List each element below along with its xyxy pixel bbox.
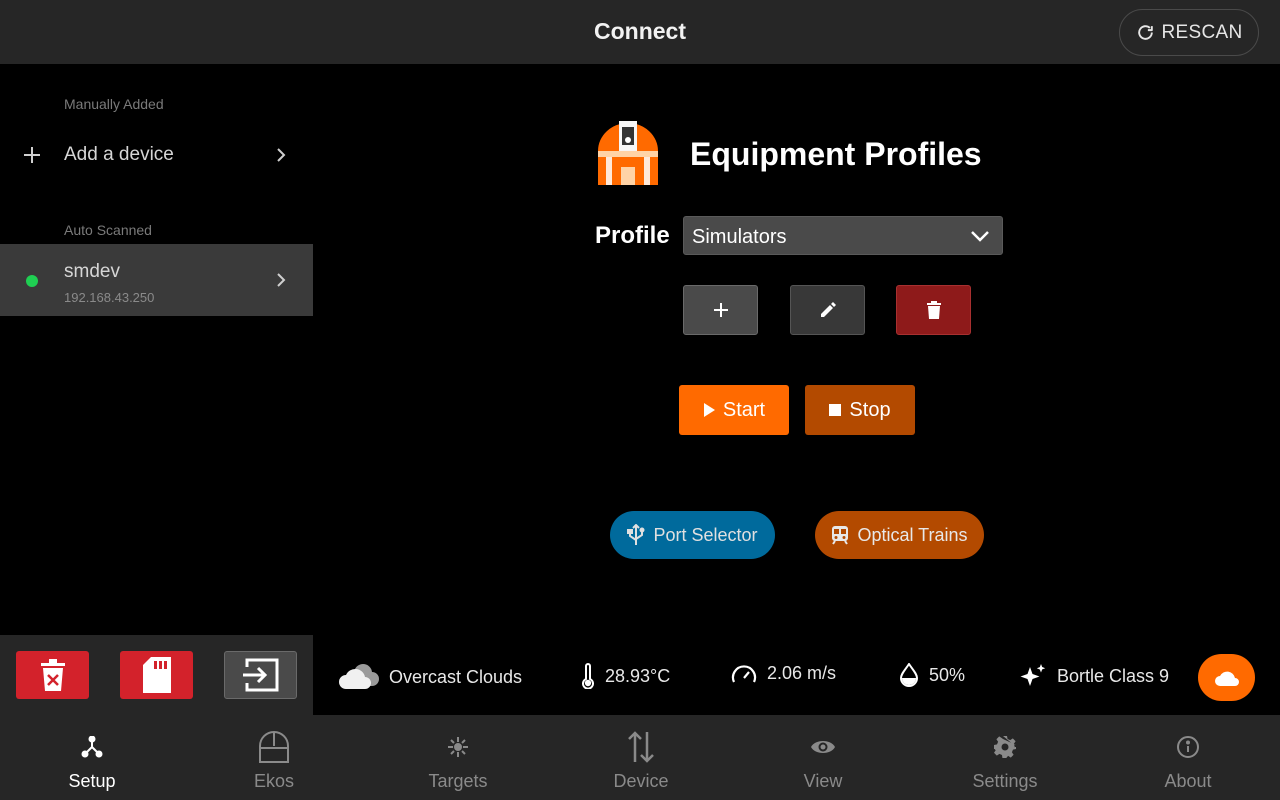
nav-settings-label: Settings (972, 771, 1038, 791)
page-title: Connect (594, 18, 686, 44)
nav-settings[interactable]: Settings (914, 715, 1096, 800)
profile-selected-value: Simulators (692, 226, 787, 248)
top-app-bar: Connect RESCAN (0, 0, 1280, 64)
delete-profile-button[interactable] (896, 285, 971, 335)
eye-icon (811, 741, 835, 753)
optical-trains-label: Optical Trains (857, 524, 968, 545)
device-arrows-icon (628, 731, 654, 763)
nav-targets[interactable]: Targets (367, 715, 549, 800)
play-icon (703, 403, 715, 417)
weather-bortle: Bortle Class 9 (1019, 663, 1169, 689)
equipment-profiles-title: Equipment Profiles (690, 136, 982, 172)
nav-device[interactable]: Device (550, 715, 732, 800)
stop-button[interactable]: Stop (805, 385, 915, 435)
profile-label: Profile (595, 222, 670, 249)
train-icon (832, 526, 849, 545)
sd-card-button[interactable] (120, 651, 193, 699)
add-profile-button[interactable] (683, 285, 758, 335)
add-device-row[interactable]: Add a device (0, 144, 313, 166)
setup-icon (81, 736, 103, 758)
trash-x-icon (40, 659, 65, 691)
device-sidebar: Manually Added Add a device Auto Scanned… (0, 64, 313, 635)
observatory-logo-icon (598, 121, 658, 185)
weather-wind: 2.06 m/s (731, 663, 836, 684)
cloud-icon (1214, 671, 1239, 686)
nav-about-label: About (1164, 771, 1212, 791)
clear-devices-button[interactable] (16, 651, 89, 699)
weather-bar: Overcast Clouds 28.93°C 2.06 m/s 50% Bor… (313, 635, 1280, 715)
info-icon (1177, 736, 1199, 758)
nav-about[interactable]: About (1097, 715, 1279, 800)
temperature-text: 28.93°C (605, 665, 671, 686)
port-selector-label: Port Selector (653, 524, 758, 545)
sd-card-icon (142, 657, 171, 693)
thermometer-icon (582, 663, 594, 689)
exit-button[interactable] (224, 651, 297, 699)
pencil-icon (820, 302, 836, 317)
device-list-item[interactable]: smdev 192.168.43.250 (0, 244, 313, 316)
nav-setup-label: Setup (68, 771, 116, 791)
sparkle-icon (1020, 664, 1046, 686)
manual-section-label: Manually Added (64, 96, 164, 112)
usb-icon (627, 524, 645, 545)
rescan-label: RESCAN (1161, 21, 1243, 43)
weather-temperature: 28.93°C (581, 663, 670, 689)
humidity-text: 50% (929, 664, 966, 685)
weather-cloud-button[interactable] (1198, 654, 1255, 701)
chevron-right-icon (277, 273, 286, 287)
wind-text: 2.06 m/s (767, 663, 837, 683)
nav-ekos-label: Ekos (253, 771, 295, 791)
observatory-icon (259, 731, 289, 763)
nav-setup[interactable]: Setup (1, 715, 183, 800)
weather-condition-text: Overcast Clouds (389, 666, 523, 687)
edit-profile-button[interactable] (790, 285, 865, 335)
plus-icon (713, 303, 728, 317)
nav-view[interactable]: View (732, 715, 914, 800)
start-button[interactable]: Start (679, 385, 789, 435)
clouds-icon (339, 664, 379, 689)
stop-icon (829, 404, 842, 416)
nav-targets-label: Targets (428, 771, 488, 791)
humidity-drop-icon (899, 663, 919, 687)
exit-icon (242, 658, 278, 692)
optical-trains-button[interactable]: Optical Trains (815, 511, 984, 559)
nav-ekos[interactable]: Ekos (183, 715, 365, 800)
plus-icon (24, 147, 40, 163)
gear-icon (994, 736, 1016, 758)
rescan-button[interactable]: RESCAN (1119, 9, 1259, 56)
sidebar-actions (0, 635, 313, 715)
speedometer-icon (731, 664, 757, 682)
chevron-down-icon (971, 231, 989, 242)
weather-humidity: 50% (899, 663, 965, 687)
add-device-label: Add a device (64, 144, 174, 165)
nav-device-label: Device (613, 771, 669, 791)
auto-section-label: Auto Scanned (64, 222, 152, 238)
chevron-right-icon (277, 148, 286, 162)
targets-icon (448, 737, 468, 757)
device-name: smdev (64, 261, 120, 282)
stop-label: Stop (849, 398, 891, 421)
bottom-navigation: Setup Ekos Targets Device View Settings … (0, 715, 1280, 800)
refresh-icon (1137, 25, 1153, 40)
main-panel: Equipment Profiles Profile Simulators St… (313, 64, 1280, 635)
weather-condition: Overcast Clouds (337, 663, 522, 691)
start-label: Start (722, 398, 766, 421)
trash-icon (926, 301, 941, 319)
online-status-dot (26, 275, 38, 287)
bortle-text: Bortle Class 9 (1057, 665, 1170, 686)
profile-select[interactable]: Simulators (683, 216, 1003, 255)
nav-view-label: View (803, 771, 843, 791)
port-selector-button[interactable]: Port Selector (610, 511, 775, 559)
device-ip: 192.168.43.250 (64, 290, 155, 305)
